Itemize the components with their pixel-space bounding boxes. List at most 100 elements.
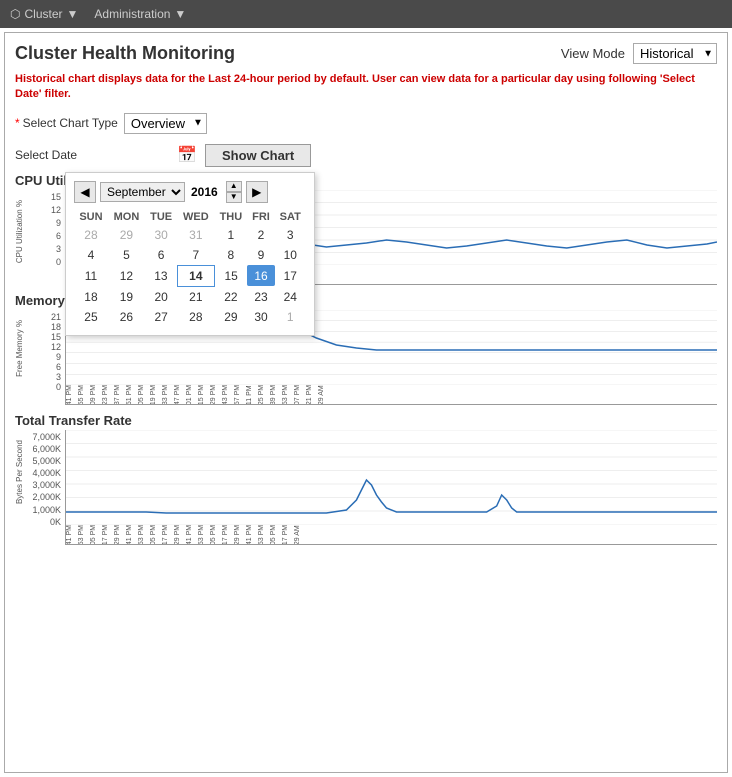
show-chart-button[interactable]: Show Chart (205, 144, 311, 167)
chart-type-wrapper[interactable]: Overview CPU Memory Network (124, 113, 207, 134)
cal-cell[interactable]: 13 (145, 265, 177, 286)
cal-prev-button[interactable]: ◀ (74, 181, 96, 203)
cal-cell[interactable]: 9 (247, 245, 274, 266)
memory-y-axis: Free Memory % 21 18 15 12 9 6 3 0 (15, 310, 65, 405)
cal-cell[interactable]: 25 (74, 307, 108, 327)
cal-cell[interactable]: 15 (214, 265, 247, 286)
cal-cell[interactable]: 30 (145, 225, 177, 245)
cal-cell[interactable]: 3 (275, 225, 306, 245)
cluster-nav[interactable]: ⬡ Cluster ▼ (10, 7, 78, 21)
cal-cell[interactable]: 21 (177, 286, 214, 307)
chart-type-select[interactable]: Overview CPU Memory Network (124, 113, 207, 134)
view-mode-wrapper[interactable]: Historical Real-time (633, 43, 717, 64)
cal-day-thu: THU (214, 209, 247, 225)
cal-year-down[interactable]: ▼ (226, 192, 242, 203)
x-label: 3:41 PM (246, 525, 258, 545)
transfer-y-tick: 0K (50, 517, 61, 527)
x-label: 3:01 PM (186, 385, 198, 405)
page-title: Cluster Health Monitoring (15, 43, 561, 64)
x-label: 1:41 PM (126, 525, 138, 545)
x-label: 5:29 AM (294, 525, 306, 545)
transfer-y-tick: 5,000K (32, 456, 61, 466)
cal-cell[interactable]: 28 (74, 225, 108, 245)
info-highlight: Last 24-hour period by default (208, 73, 366, 85)
cluster-chevron: ▼ (67, 7, 79, 21)
cal-cell[interactable]: 4 (74, 245, 108, 266)
cal-cell[interactable]: 12 (108, 265, 145, 286)
x-label: 3:29 PM (210, 385, 222, 405)
admin-nav[interactable]: Administration ▼ (94, 7, 186, 21)
cal-cell[interactable]: 29 (214, 307, 247, 327)
x-label: 12:41 PM (66, 385, 78, 405)
cal-day-sat: SAT (275, 209, 306, 225)
cal-cell[interactable]: 22 (214, 286, 247, 307)
cal-cell[interactable]: 31 (177, 225, 214, 245)
cal-cell[interactable]: 11 (74, 265, 108, 286)
transfer-y-tick: 7,000K (32, 432, 61, 442)
x-label: 1:17 PM (102, 525, 114, 545)
x-label: 1:51 PM (126, 385, 138, 405)
x-label: 2:33 PM (162, 385, 174, 405)
cal-cell[interactable]: 29 (108, 225, 145, 245)
cpu-y-tick: 6 (56, 231, 61, 241)
cal-cell-today[interactable]: 14 (177, 265, 214, 286)
cal-cell[interactable]: 1 (275, 307, 306, 327)
cal-month-select[interactable]: JanuaryFebruaryMarch AprilMayJune JulyAu… (100, 182, 185, 202)
x-label: 3:05 PM (210, 525, 222, 545)
cal-day-mon: MON (108, 209, 145, 225)
cal-cell[interactable]: 18 (74, 286, 108, 307)
x-label: 4:53 PM (282, 385, 294, 405)
x-label: 3:57 PM (234, 385, 246, 405)
cpu-y-tick: 3 (56, 244, 61, 254)
x-label: 12:41 PM (66, 525, 78, 545)
cal-day-fri: FRI (247, 209, 274, 225)
memory-y-tick: 6 (56, 362, 61, 372)
x-label: 5:21 PM (306, 385, 318, 405)
select-date-row: Select Date 📅 Show Chart ◀ JanuaryFebrua… (15, 144, 717, 167)
cal-header: ◀ JanuaryFebruaryMarch AprilMayJune July… (74, 181, 306, 203)
x-label: 3:17 PM (222, 525, 234, 545)
cal-cell[interactable]: 20 (145, 286, 177, 307)
admin-chevron: ▼ (174, 7, 186, 21)
transfer-chart-container: Bytes Per Second 7,000K 6,000K 5,000K 4,… (15, 430, 717, 545)
calendar-icon[interactable]: 📅 (177, 145, 197, 165)
cal-cell[interactable]: 26 (108, 307, 145, 327)
view-mode-label: View Mode (561, 46, 625, 61)
x-label: 12:53 PM (78, 525, 90, 545)
cal-cell[interactable]: 1 (214, 225, 247, 245)
cal-cell[interactable]: 19 (108, 286, 145, 307)
x-label: 2:05 PM (138, 385, 150, 405)
cal-cell[interactable]: 23 (247, 286, 274, 307)
cal-cell[interactable]: 2 (247, 225, 274, 245)
memory-x-axis: 12:41 PM 12:55 PM 1:09 PM 1:23 PM 1:37 P… (66, 385, 717, 405)
x-label: 1:37 PM (114, 385, 126, 405)
cal-cell[interactable]: 24 (275, 286, 306, 307)
view-mode-select[interactable]: Historical Real-time (633, 43, 717, 64)
cluster-icon: ⬡ (10, 7, 20, 21)
info-text: Historical chart displays data for the L… (15, 72, 717, 103)
cal-cell[interactable]: 10 (275, 245, 306, 266)
cal-cell[interactable]: 5 (108, 245, 145, 266)
cal-cell[interactable]: 28 (177, 307, 214, 327)
cal-cell[interactable]: 8 (214, 245, 247, 266)
x-label: 12:55 PM (78, 385, 90, 405)
cal-cell[interactable]: 17 (275, 265, 306, 286)
cal-cell[interactable]: 7 (177, 245, 214, 266)
cal-grid: SUN MON TUE WED THU FRI SAT 28 29 30 31 (74, 209, 306, 327)
cluster-label: Cluster (24, 7, 62, 21)
x-label: 4:39 PM (270, 385, 282, 405)
top-nav: ⬡ Cluster ▼ Administration ▼ (0, 0, 732, 28)
cpu-y-tick: 0 (56, 257, 61, 267)
cal-year-up[interactable]: ▲ (226, 181, 242, 192)
cal-next-button[interactable]: ▶ (246, 181, 268, 203)
memory-y-tick: 9 (56, 352, 61, 362)
info-prefix: Historical chart displays data for the (15, 73, 208, 85)
cal-week-4: 18 19 20 21 22 23 24 (74, 286, 306, 307)
cal-cell[interactable]: 6 (145, 245, 177, 266)
x-label: 5:29 AM (318, 385, 330, 405)
cal-cell[interactable]: 30 (247, 307, 274, 327)
cal-day-tue: TUE (145, 209, 177, 225)
x-label: 4:17 PM (282, 525, 294, 545)
cal-cell-selected[interactable]: 16 (247, 265, 274, 286)
cal-cell[interactable]: 27 (145, 307, 177, 327)
